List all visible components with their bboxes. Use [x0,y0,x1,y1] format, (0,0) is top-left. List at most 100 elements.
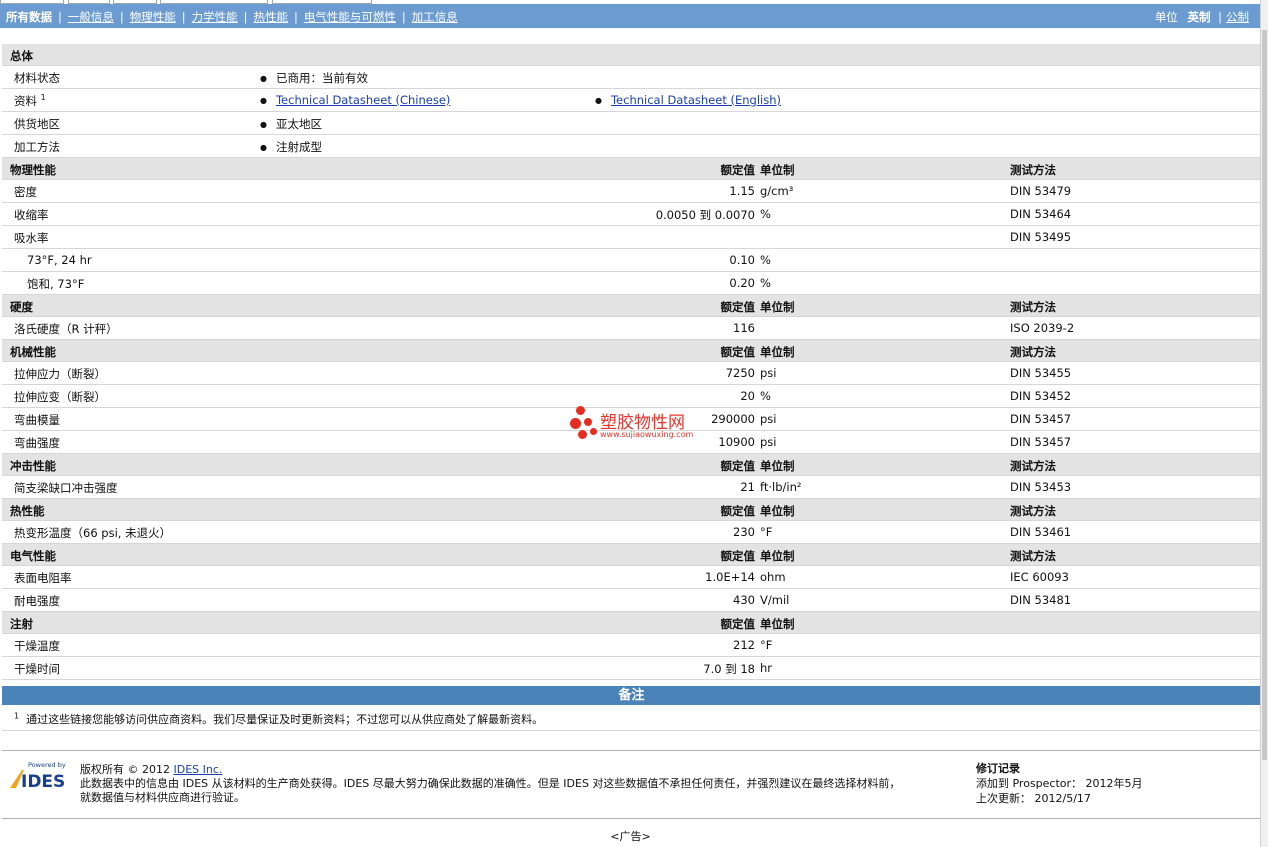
property-unit: hr [760,661,773,675]
section-title: 注射 [10,617,33,631]
property-value: 1.0E+14 [705,570,755,584]
property-unit: % [760,389,771,403]
col-header-method: 测试方法 [1010,163,1056,177]
watermark-logo: 塑胶物性网 www.sujiaowuxing.com [570,406,710,446]
property-unit: ft·lb/in² [760,480,802,494]
property-label: 洛氏硬度（R 计秤） [14,322,118,336]
general-row-status: 材料状态 已商用：当前有效 [2,66,1261,89]
section-title: 热性能 [10,504,45,518]
property-value: 7250 [725,366,755,380]
test-method: DIN 53452 [1010,389,1072,403]
vertical-scrollbar[interactable] [1260,0,1268,847]
property-row: 热变形温度（66 psi, 未退火） 230 °F DIN 53461 [2,521,1261,544]
row-label: 供货地区 [14,117,60,131]
property-label: 饱和, 73°F [27,277,85,291]
col-header-unit: 单位制 [760,345,795,359]
property-label: 73°F, 24 hr [27,253,92,267]
property-value: 1.15 [729,184,755,198]
property-value: 21 [740,480,755,494]
property-value: 10900 [718,435,755,449]
property-label: 拉伸应力（断裂） [14,367,106,381]
property-label: 收缩率 [14,208,49,222]
property-label: 表面电阻率 [14,571,72,585]
nav-item-3[interactable]: 力学性能 [192,10,238,24]
property-row: 干燥时间 7.0 到 18 hr [2,657,1261,680]
datasheet-english-link[interactable]: Technical Datasheet (English) [611,93,781,107]
property-row: 耐电强度 430 V/mil DIN 53481 [2,589,1261,612]
property-unit: g/cm³ [760,184,794,198]
notes-header: 备注 [2,686,1261,705]
property-row: 简支梁缺口冲击强度 21 ft·lb/in² DIN 53453 [2,476,1261,499]
property-value: 116 [733,321,755,335]
disclaimer-line-2: 就数据值与材料供应商进行验证。 [80,791,245,804]
nav-item-5[interactable]: 电气性能与可燃性 [304,10,396,24]
test-method: DIN 53479 [1010,184,1072,198]
svg-text:Powered by: Powered by [28,761,66,769]
property-unit: °F [760,638,773,652]
property-value: 20 [740,389,755,403]
property-label: 吸水率 [14,231,49,245]
nav-item-6[interactable]: 加工信息 [412,10,458,24]
general-row-region: 供货地区 亚太地区 [2,112,1261,135]
property-label: 耐电强度 [14,594,60,608]
test-method: DIN 53457 [1010,435,1072,449]
row-label: 资料 1 [14,93,46,108]
disclaimer-line-1: 此数据表中的信息由 IDES 从该材料的生产商处获得。IDES 尽最大努力确保此… [80,777,901,790]
property-value: 0.20 [729,276,755,290]
datasheet-chinese-link[interactable]: Technical Datasheet (Chinese) [276,93,450,107]
test-method: DIN 53453 [1010,480,1072,494]
property-row: 吸水率 DIN 53495 [2,226,1261,249]
property-unit: ohm [760,570,786,584]
col-header-unit: 单位制 [760,300,795,314]
property-value: 7.0 到 18 [703,662,755,676]
property-row: 拉伸应力（断裂） 7250 psi DIN 53455 [2,362,1261,385]
section-header: 热性能 额定值 单位制 测试方法 [2,499,1261,521]
property-row: 拉伸应变（断裂） 20% DIN 53452 [2,385,1261,408]
row-value: 亚太地区 [260,116,322,132]
row-label: 材料状态 [14,71,60,85]
revision-title: 修订记录 [976,762,1020,775]
row-value: 已商用：当前有效 [260,70,368,86]
unit-english-current: 英制 [1187,10,1211,24]
unit-metric-link[interactable]: 公制 [1226,10,1249,24]
test-method: DIN 53461 [1010,525,1072,539]
property-row: 干燥温度 212 °F [2,634,1261,657]
col-header-value: 额定值 [720,163,756,177]
col-header-unit: 单位制 [760,459,795,473]
property-value: 0.10 [729,253,755,267]
property-label: 弯曲模量 [14,413,60,427]
test-method: DIN 53495 [1010,230,1072,244]
property-unit: psi [760,412,777,426]
datasheet-table: 总体 材料状态 已商用：当前有效 资料 1 Technical Datashee… [2,44,1261,703]
section-title: 硬度 [10,300,33,314]
nav-item-2[interactable]: 物理性能 [130,10,176,24]
section-title: 物理性能 [10,163,56,177]
revision-updated: 上次更新： 2012/5/17 [976,792,1091,805]
units-label: 单位 [1154,10,1178,24]
col-header-value: 额定值 [720,617,756,631]
ides-inc-link[interactable]: IDES Inc. [173,763,222,776]
test-method: IEC 60093 [1010,570,1069,584]
nav-item-0[interactable]: 所有数据 [6,10,52,24]
copyright-block: 版权所有 © 2012 IDES Inc. 此数据表中的信息由 IDES 从该材… [80,763,901,804]
col-header-method: 测试方法 [1010,504,1056,518]
nav-item-1[interactable]: 一般信息 [68,10,114,24]
test-method: DIN 53455 [1010,366,1072,380]
scrollbar-thumb[interactable] [1262,30,1267,760]
property-label: 拉伸应变（断裂） [14,390,106,404]
section-header: 冲击性能 额定值 单位制 测试方法 [2,454,1261,476]
svg-text:IDES: IDES [21,772,65,790]
general-row-processing: 加工方法 注射成型 [2,135,1261,158]
nav-item-4[interactable]: 热性能 [254,10,289,24]
general-row-documents: 资料 1 Technical Datasheet (Chinese) Techn… [2,89,1261,112]
property-label: 密度 [14,185,37,199]
property-row: 收缩率 0.0050 到 0.0070% DIN 53464 [2,203,1261,226]
property-unit: % [760,276,771,290]
property-value: 290000 [711,412,755,426]
ides-logo: Powered by IDES [10,761,66,790]
property-unit: psi [760,435,777,449]
revision-added: 添加到 Prospector： 2012年5月 [976,777,1143,790]
section-header: 硬度 额定值 单位制 测试方法 [2,295,1261,317]
section-title: 电气性能 [10,549,56,563]
section-title: 机械性能 [10,345,56,359]
